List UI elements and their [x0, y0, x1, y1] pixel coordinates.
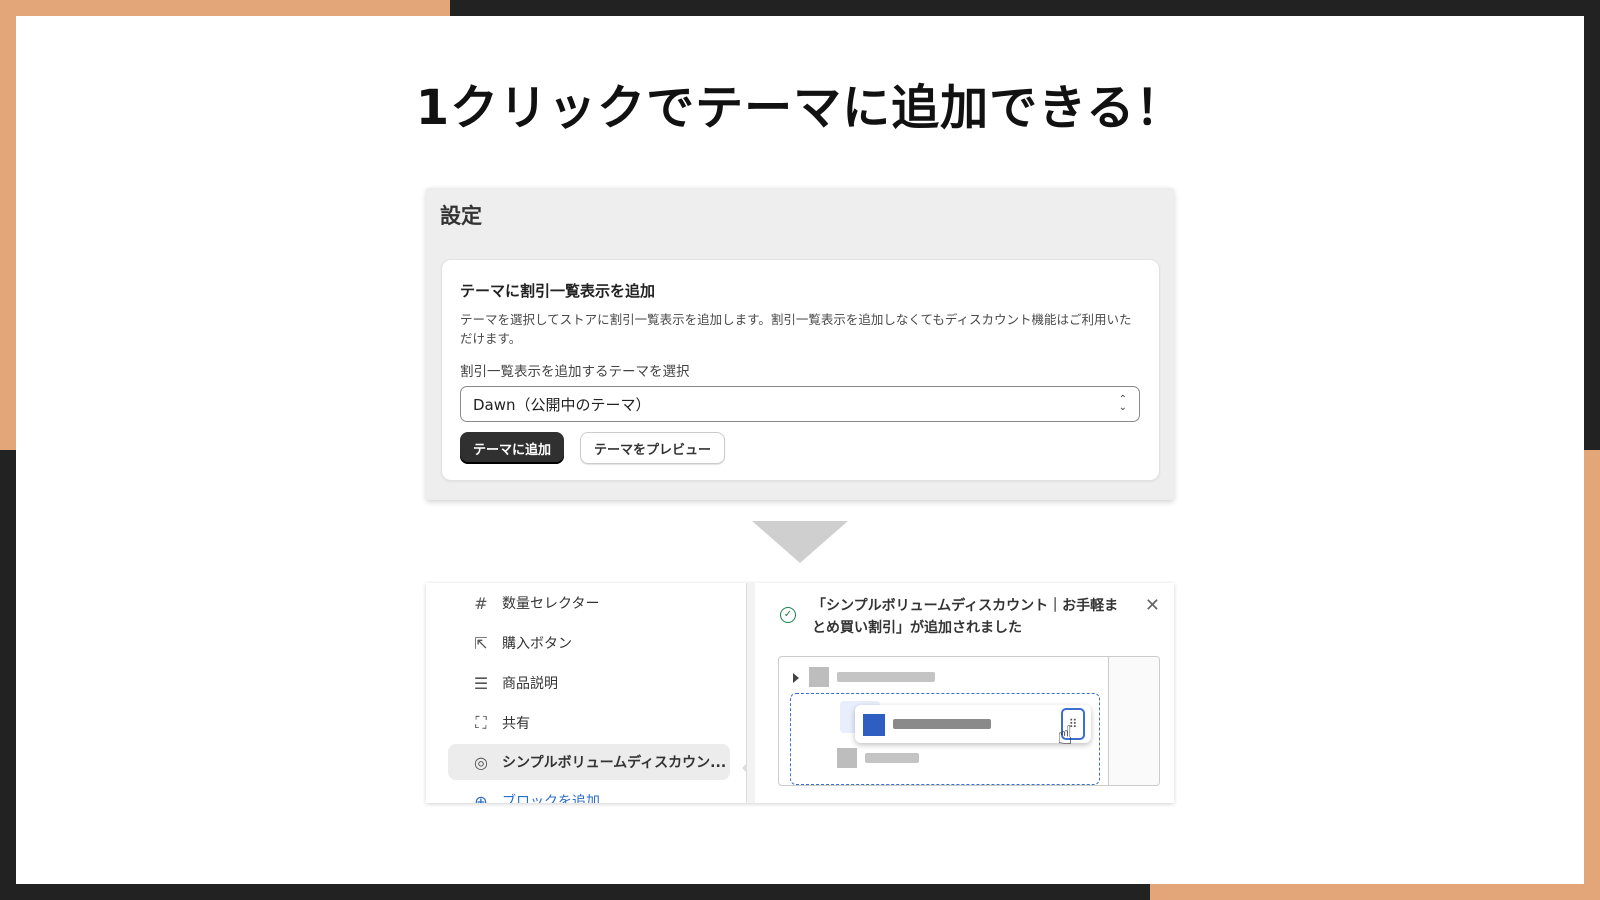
block-item-buy-button[interactable]: ⇱ 購入ボタン [448, 625, 730, 661]
accent-bar-bottom [1150, 884, 1600, 900]
block-item-label: 商品説明 [502, 676, 558, 692]
block-item-label: 共有 [502, 716, 530, 732]
check-circle-icon: ✓ [780, 607, 796, 623]
preview-theme-button[interactable]: テーマをプレビュー [580, 432, 726, 464]
text-lines-icon: ☰ [473, 673, 489, 693]
theme-select-label: 割引一覧表示を追加するテーマを選択 [460, 364, 690, 380]
toast-message: 「シンプルボリュームディスカウント｜お手軽まとめ買い割引」が追加されました [812, 598, 1119, 636]
placeholder-line [837, 672, 935, 682]
close-icon[interactable]: ✕ [1145, 595, 1160, 616]
block-item-label: 購入ボタン [502, 636, 572, 652]
app-block-icon: ◎ [474, 752, 488, 772]
hand-cursor-icon: ☝ [1057, 721, 1073, 751]
add-block-label: ブロックを追加 [502, 794, 600, 803]
toast-notification: ✓ 「シンプルボリュームディスカウント｜お手軽まとめ買い割引」が追加されました … [756, 583, 1174, 803]
block-item-description[interactable]: ☰ 商品説明 [448, 665, 730, 701]
block-list: # 数量セレクター ⇱ 購入ボタン ☰ 商品説明 ⛶ 共有 ◎ シンプルボリュー… [426, 583, 747, 803]
select-caret-icon: ⌃ ⌄ [1118, 394, 1127, 413]
block-item-label: シンプルボリュームディスカウン... [502, 755, 727, 771]
share-frame-icon: ⛶ [475, 713, 487, 732]
block-item-share[interactable]: ⛶ 共有 [448, 705, 730, 741]
expand-triangle-icon [793, 673, 799, 683]
dragged-block: ⠿ [855, 705, 1091, 743]
card-title: テーマに割引一覧表示を追加 [460, 282, 656, 300]
accent-bar-top [0, 0, 450, 16]
block-thumbnail [863, 714, 885, 736]
plus-circle-icon: ⊕ [474, 791, 488, 804]
placeholder-line [893, 719, 991, 729]
theme-select-value: Dawn（公開中のテーマ） [473, 395, 651, 414]
theme-card: テーマに割引一覧表示を追加 テーマを選択してストアに割引一覧表示を追加します。割… [441, 259, 1160, 481]
theme-select[interactable]: Dawn（公開中のテーマ） ⌃ ⌄ [460, 386, 1140, 422]
slide-headline: 1クリックでテーマに追加できる！ [415, 80, 1185, 136]
hash-icon: # [474, 593, 488, 613]
arrow-down-icon [752, 521, 848, 563]
placeholder-block [837, 748, 857, 768]
side-column [1108, 657, 1159, 785]
add-to-theme-button[interactable]: テーマに追加 [460, 432, 565, 464]
add-block-button[interactable]: ⊕ ブロックを追加 [448, 783, 730, 804]
card-description: テーマを選択してストアに割引一覧表示を追加します。割引一覧表示を追加しなくてもデ… [460, 312, 1132, 346]
settings-panel: 設定 テーマに割引一覧表示を追加 テーマを選択してストアに割引一覧表示を追加しま… [426, 188, 1174, 500]
block-item-volume-discount[interactable]: ◎ シンプルボリュームディスカウン... [448, 744, 730, 780]
placeholder-block [809, 667, 829, 687]
block-item-quantity-selector[interactable]: # 数量セレクター [448, 585, 730, 621]
cursor-click-icon: ⇱ [474, 633, 488, 653]
settings-title: 設定 [440, 204, 482, 228]
theme-editor-preview: # 数量セレクター ⇱ 購入ボタン ☰ 商品説明 ⛶ 共有 ◎ シンプルボリュー… [426, 583, 1174, 803]
accent-bar-right [1584, 450, 1600, 900]
placeholder-line [865, 753, 919, 763]
drag-illustration: ⠿ ☝ [778, 656, 1160, 786]
panel-divider [747, 583, 755, 803]
block-item-label: 数量セレクター [502, 596, 600, 612]
